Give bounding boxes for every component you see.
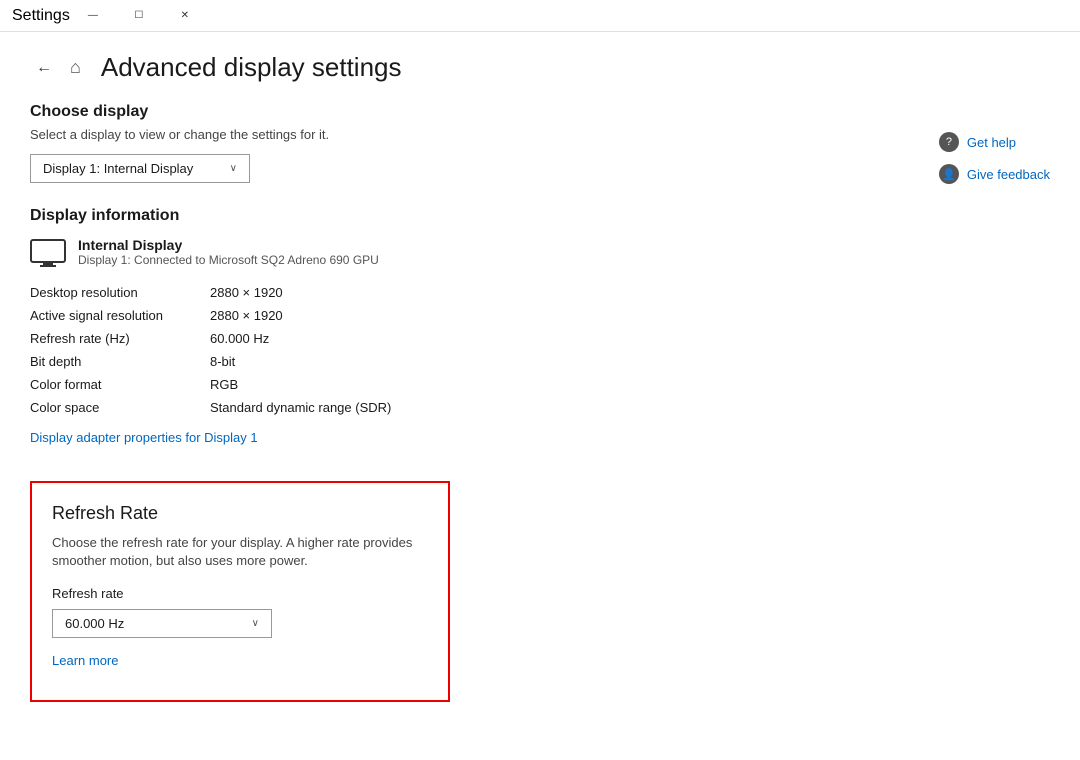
restore-button[interactable]: ☐ [116,0,162,32]
choose-display-title: Choose display [30,103,1050,121]
get-help-label: Get help [967,135,1016,150]
refresh-rate-dropdown[interactable]: 60.000 Hz ∨ [52,609,272,638]
close-button[interactable]: ✕ [162,0,208,32]
choose-display-subtitle: Select a display to view or change the s… [30,127,1050,142]
get-help-icon: ? [939,132,959,152]
property-value: 2880 × 1920 [210,306,1050,325]
property-value: 8-bit [210,352,1050,371]
chevron-down-icon: ∨ [230,163,237,174]
property-label: Active signal resolution [30,306,210,325]
title-bar-controls: — ☐ ✕ [70,0,208,32]
property-value: RGB [210,375,1050,394]
refresh-rate-section: Refresh Rate Choose the refresh rate for… [30,481,450,702]
display-info-title: Display information [30,207,1050,225]
main-content: ← ⌂ Advanced display settings ? Get help… [0,32,1080,760]
property-label: Color space [30,398,210,417]
display-select-dropdown[interactable]: Display 1: Internal Display ∨ [30,154,250,183]
chevron-down-icon: ∨ [252,618,259,629]
give-feedback-icon: 👤 [939,164,959,184]
refresh-rate-label: Refresh rate [52,586,428,601]
title-bar: Settings — ☐ ✕ [0,0,1080,32]
minimize-button[interactable]: — [70,0,116,32]
property-value: Standard dynamic range (SDR) [210,398,1050,417]
refresh-rate-value: 60.000 Hz [65,616,124,631]
choose-display-section: Choose display Select a display to view … [30,103,1050,183]
home-icon: ⌂ [70,57,81,78]
content-area: ← ⌂ Advanced display settings ? Get help… [0,32,1080,760]
sidebar-help: ? Get help 👤 Give feedback [939,132,1050,184]
give-feedback-label: Give feedback [967,167,1050,182]
adapter-properties-link[interactable]: Display adapter properties for Display 1 [30,430,258,445]
property-value: 60.000 Hz [210,329,1050,348]
learn-more-link[interactable]: Learn more [52,653,118,668]
property-value: 2880 × 1920 [210,283,1050,302]
settings-window: Settings — ☐ ✕ ← ⌂ Advanced display sett… [0,0,1080,760]
back-button[interactable]: ← [30,54,58,82]
display-properties-table: Desktop resolution2880 × 1920Active sign… [30,283,1050,417]
display-select-value: Display 1: Internal Display [43,161,193,176]
give-feedback-link[interactable]: 👤 Give feedback [939,164,1050,184]
title-bar-title: Settings [12,7,70,25]
display-name-block: Internal Display Display 1: Connected to… [78,237,379,267]
property-label: Bit depth [30,352,210,371]
property-label: Color format [30,375,210,394]
monitor-icon [30,239,66,269]
property-label: Refresh rate (Hz) [30,329,210,348]
display-information-section: Display information Internal Display Dis… [30,207,1050,461]
page-header: ← ⌂ Advanced display settings [30,52,1050,83]
refresh-rate-description: Choose the refresh rate for your display… [52,534,428,570]
refresh-rate-title: Refresh Rate [52,503,428,524]
property-label: Desktop resolution [30,283,210,302]
display-icon-row: Internal Display Display 1: Connected to… [30,237,1050,269]
display-connection-info: Display 1: Connected to Microsoft SQ2 Ad… [78,253,379,267]
get-help-link[interactable]: ? Get help [939,132,1050,152]
page-title: Advanced display settings [101,52,402,83]
display-name: Internal Display [78,237,379,253]
display-info-content: Internal Display Display 1: Connected to… [30,237,1050,461]
